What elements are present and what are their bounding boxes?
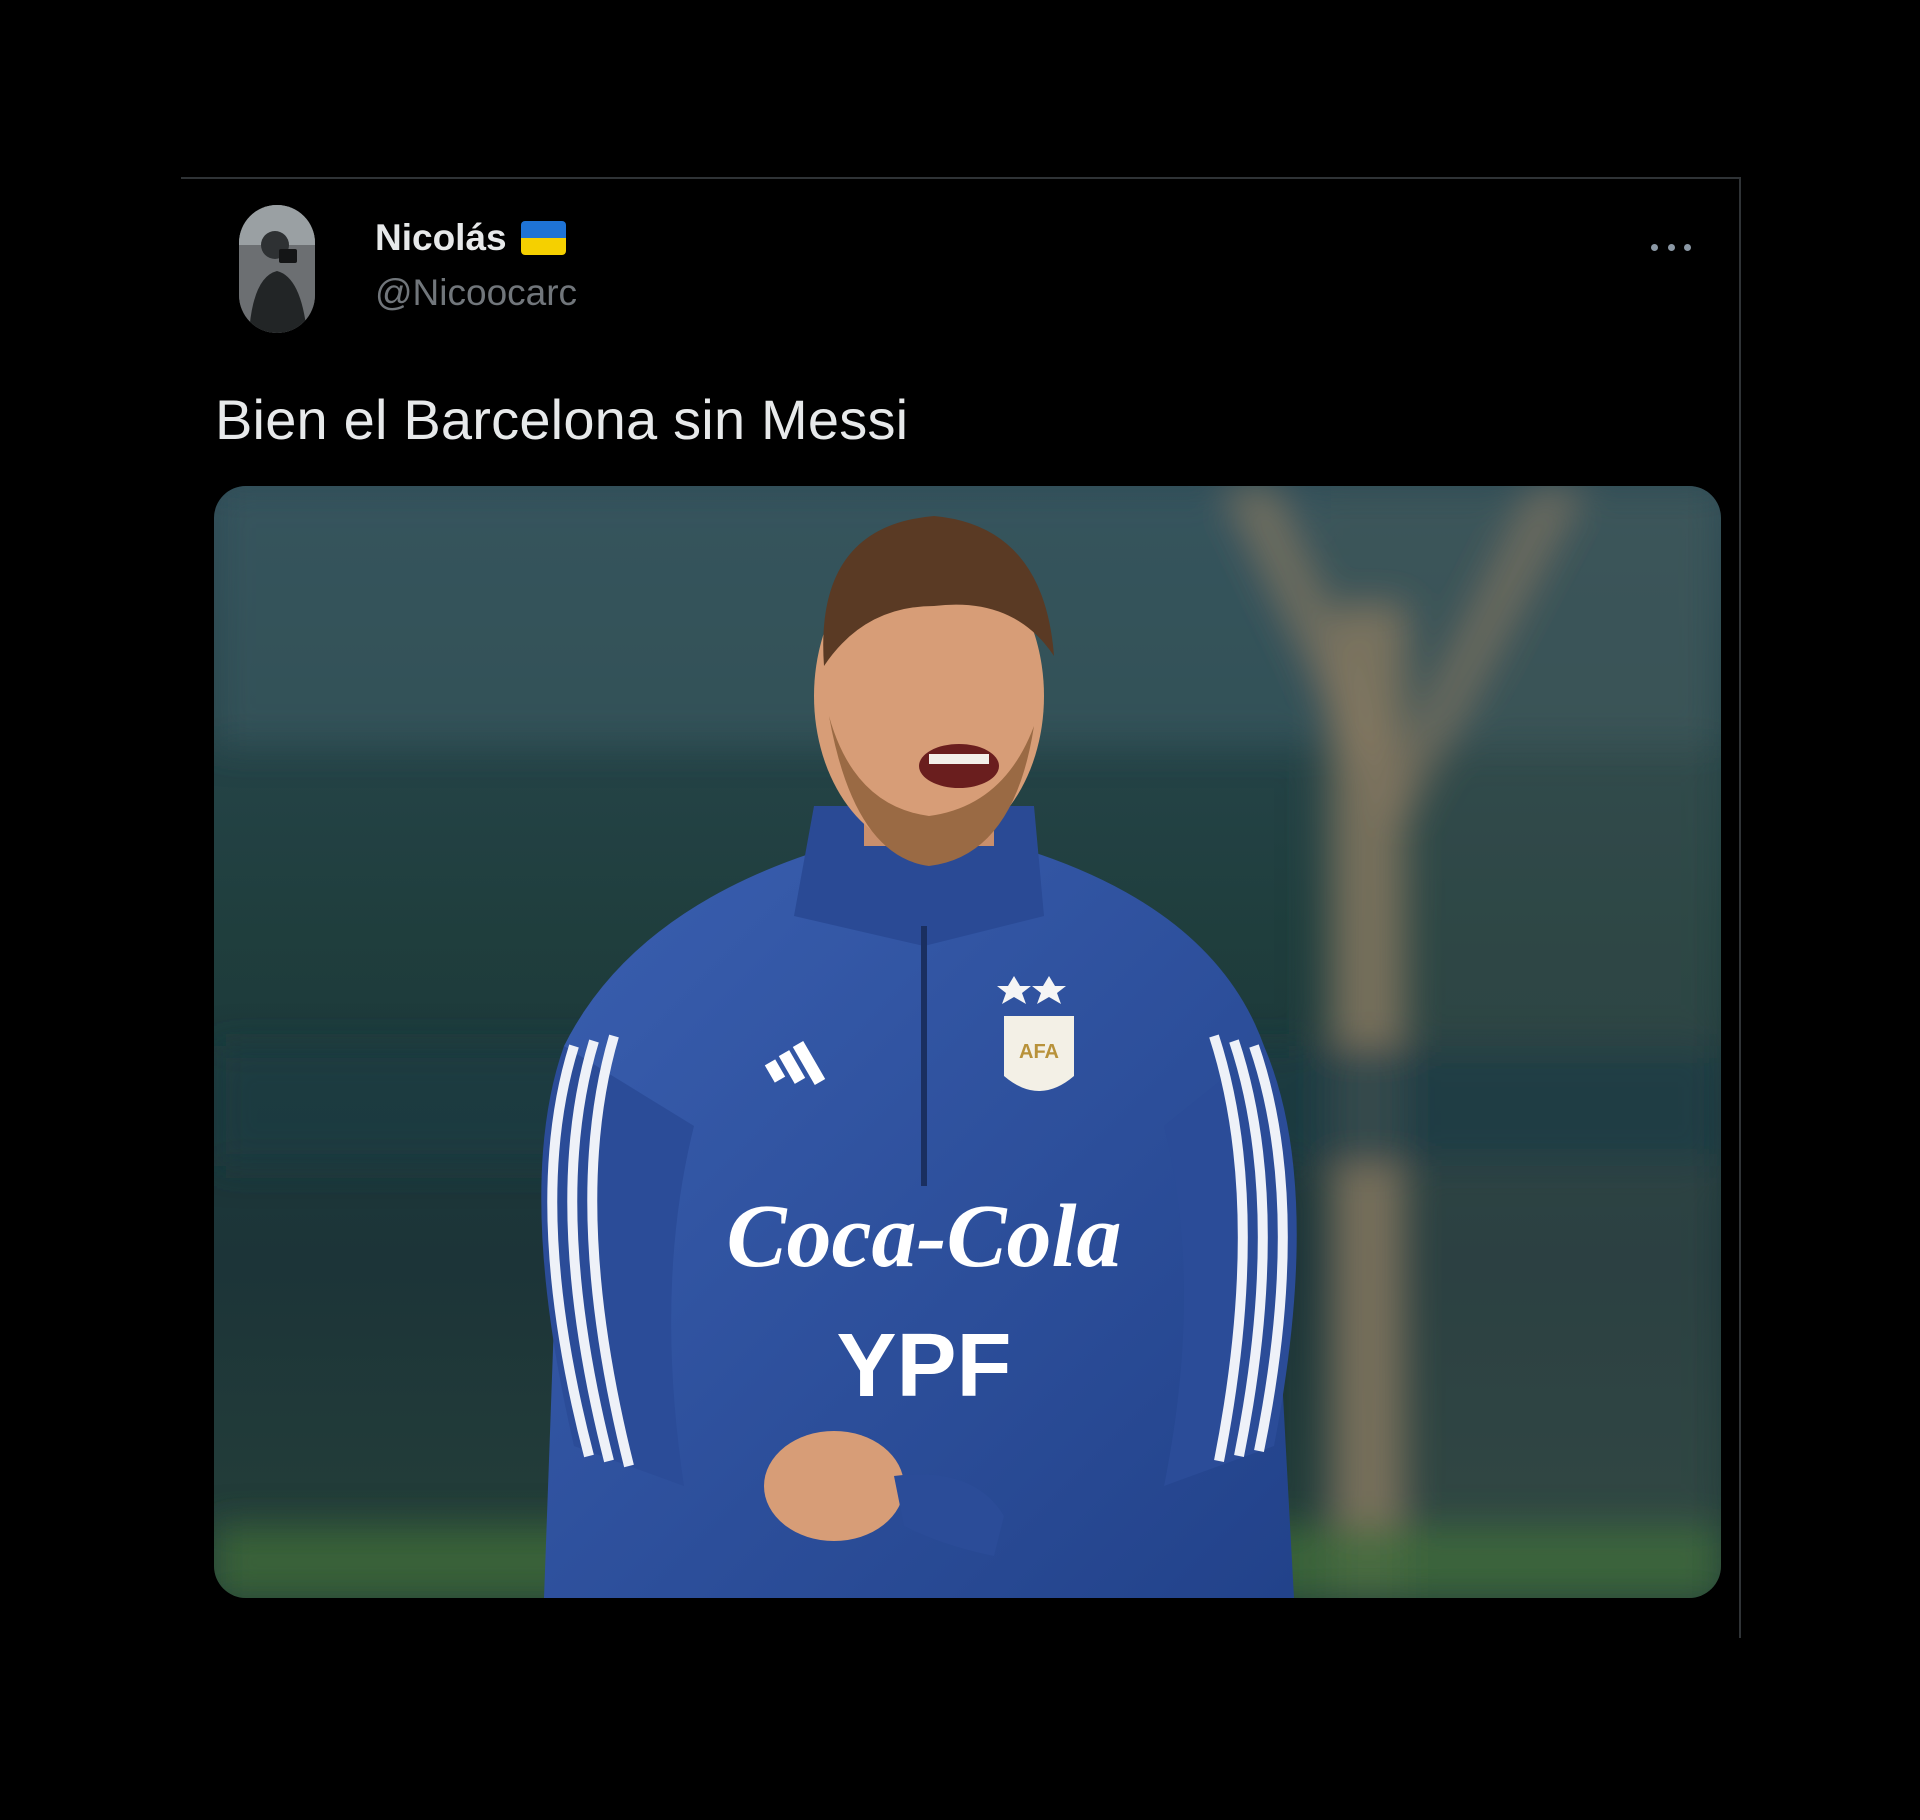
author-name-row[interactable]: Nicolás bbox=[375, 217, 566, 259]
tweet-media-image[interactable]: AFA Coca-Cola YPF bbox=[214, 486, 1721, 1598]
tweet-text: Bien el Barcelona sin Messi bbox=[215, 388, 909, 451]
author-handle[interactable]: @Nicoocarc bbox=[375, 272, 577, 314]
ukraine-flag-icon bbox=[520, 221, 566, 255]
svg-text:AFA: AFA bbox=[1019, 1041, 1059, 1063]
jacket-sponsor-ypf: YPF bbox=[836, 1316, 1011, 1416]
more-options-icon[interactable] bbox=[1651, 235, 1691, 259]
tweet-card[interactable]: Nicolás @Nicoocarc Bien el Barcelona sin… bbox=[181, 177, 1741, 1638]
author-display-name[interactable]: Nicolás bbox=[375, 217, 507, 259]
jacket-sponsor-cocacola: Coca-Cola bbox=[727, 1187, 1122, 1286]
player-photo: AFA Coca-Cola YPF bbox=[214, 486, 1721, 1598]
author-avatar[interactable] bbox=[239, 205, 315, 333]
